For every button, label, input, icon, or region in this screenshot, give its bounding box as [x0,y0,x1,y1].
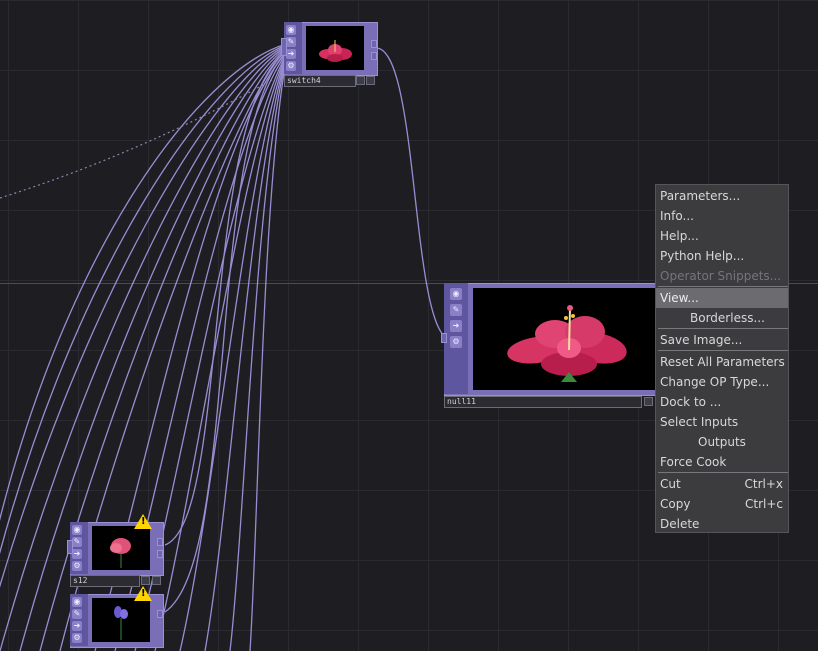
output-connector[interactable] [157,538,163,546]
node-viewer-flower[interactable] [92,598,150,642]
output-connector[interactable] [371,52,377,60]
wire [204,57,287,651]
node-name[interactable]: s12 [70,575,140,587]
menu-item-parameters[interactable]: Parameters... [656,186,788,206]
node-flag-button[interactable] [141,576,150,585]
pin-icon[interactable]: ✎ [72,609,82,619]
menu-item-copy[interactable]: Copy Ctrl+c [656,494,788,514]
node-flag-button[interactable] [152,576,161,585]
arrow-icon[interactable]: ➜ [450,320,462,332]
menu-item-cut[interactable]: Cut Ctrl+x [656,474,788,494]
pin-icon[interactable]: ✎ [286,37,296,47]
menu-item-save-image[interactable]: Save Image... [656,330,788,350]
wire [249,59,287,651]
menu-item-dock-to[interactable]: Dock to ... [656,392,788,412]
node-iris[interactable]: ◉ ✎ ➜ ⚙ ! [70,586,166,651]
menu-item-select-outputs[interactable]: Outputs [656,432,788,452]
display-icon[interactable]: ◉ [286,25,296,35]
gear-icon[interactable]: ⚙ [450,336,462,348]
input-connector[interactable] [67,540,73,554]
output-connector[interactable] [371,40,377,48]
iris-thumbnail [114,606,128,640]
arrow-icon[interactable]: ➜ [72,549,82,559]
hibiscus-image [507,305,627,382]
node-viewer-flower[interactable] [92,526,150,570]
gear-icon[interactable]: ⚙ [72,633,82,643]
menu-item-python-help[interactable]: Python Help... [656,246,788,266]
menu-item-select-inputs[interactable]: Select Inputs [656,412,788,432]
menu-item-reset-all-parameters[interactable]: Reset All Parameters [656,352,788,372]
display-icon[interactable]: ◉ [72,525,82,535]
menu-separator [658,286,788,287]
menu-item-operator-snippets: Operator Snippets... [660,269,782,283]
wire [179,56,287,651]
shortcut-label: Ctrl+x [744,477,783,491]
menu-item-delete[interactable]: Delete [656,514,788,534]
node-name[interactable]: null11 [444,396,642,408]
node-name[interactable]: switch4 [284,75,356,87]
menu-item-label: Copy [660,497,691,511]
input-connector[interactable] [441,333,447,343]
menu-item-borderless[interactable]: Borderless... [656,308,788,328]
wire [164,51,287,613]
node-flag-button[interactable] [356,76,365,85]
menu-separator [658,350,788,351]
wire [375,47,453,341]
warning-icon[interactable]: ! [134,514,152,529]
menu-separator [658,472,788,473]
menu-item-info[interactable]: Info... [656,206,788,226]
wire [154,55,287,651]
hibiscus-thumbnail [319,40,352,62]
display-icon[interactable]: ◉ [450,288,462,300]
output-connector[interactable] [157,610,163,618]
flower-thumbnail [110,538,131,568]
menu-item-view[interactable]: View... [656,288,788,308]
node-flag-button[interactable] [644,397,653,406]
display-icon[interactable]: ◉ [72,597,82,607]
network-editor[interactable]: ◉ ✎ ➜ ⚙ switch4 ◉ ✎ ➜ ⚙ null11 ◉ ✎ ➜ ⚙ !… [0,0,818,651]
node-s12[interactable]: ◉ ✎ ➜ ⚙ ! s12 [67,514,166,588]
gear-icon[interactable]: ⚙ [72,561,82,571]
shortcut-label: Ctrl+c [744,497,783,511]
pin-icon[interactable]: ✎ [450,304,462,316]
arrow-icon[interactable]: ➜ [286,49,296,59]
context-menu[interactable]: Parameters... Info... Help... Python Hel… [655,184,789,533]
wire [229,58,287,651]
warning-icon[interactable]: ! [134,586,152,601]
menu-item-change-op-type[interactable]: Change OP Type... [656,372,788,392]
input-connector[interactable] [281,38,287,56]
menu-item-help[interactable]: Help... [656,226,788,246]
pin-icon[interactable]: ✎ [72,537,82,547]
output-connector[interactable] [157,550,163,558]
node-flag-button[interactable] [366,76,375,85]
menu-separator [658,328,788,329]
node-switch4[interactable]: ◉ ✎ ➜ ⚙ switch4 [281,22,378,88]
arrow-icon[interactable]: ➜ [72,621,82,631]
node-viewer-flower[interactable] [473,288,655,390]
menu-item-force-cook[interactable]: Force Cook [656,452,788,472]
gear-icon[interactable]: ⚙ [286,61,296,71]
node-viewer-flower[interactable] [306,26,364,70]
node-null11[interactable]: ◉ ✎ ➜ ⚙ null11 [441,283,658,409]
menu-item-label: Cut [660,477,681,491]
